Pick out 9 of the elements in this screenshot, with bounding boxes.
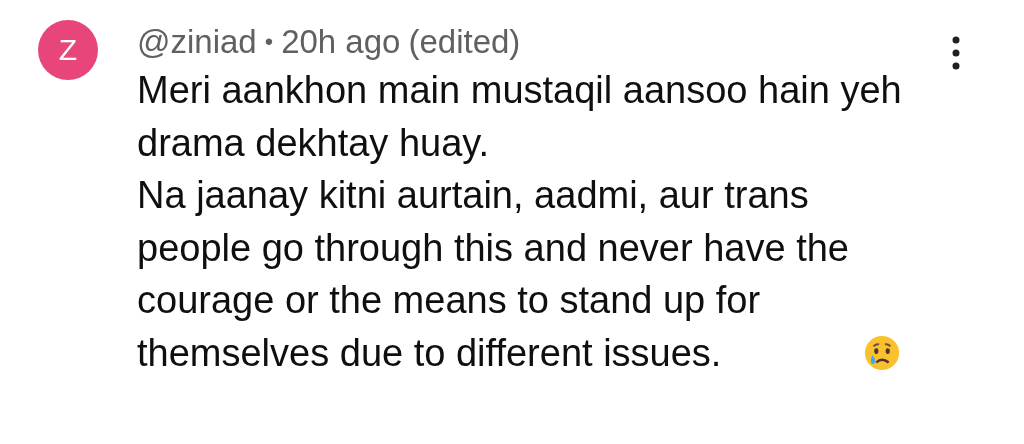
crying-emoji-icon	[863, 333, 901, 372]
separator-dot: •	[264, 28, 274, 56]
author-name[interactable]: @ziniad	[137, 23, 257, 61]
avatar[interactable]: Z	[38, 20, 98, 80]
more-options-icon[interactable]	[951, 36, 961, 70]
comment-time: 20h ago	[281, 23, 401, 61]
comment-text: Meri aankhon main mustaqil aansoo hain yeh drama dekhtay huay.	[137, 68, 902, 166]
comment-text: Na jaanay kitni aurtain, aadmi, aur trans people go through this and never have the courage or the means to stand up for themselves due to different issues.	[137, 173, 849, 376]
edited-label: (edited)	[408, 23, 521, 61]
